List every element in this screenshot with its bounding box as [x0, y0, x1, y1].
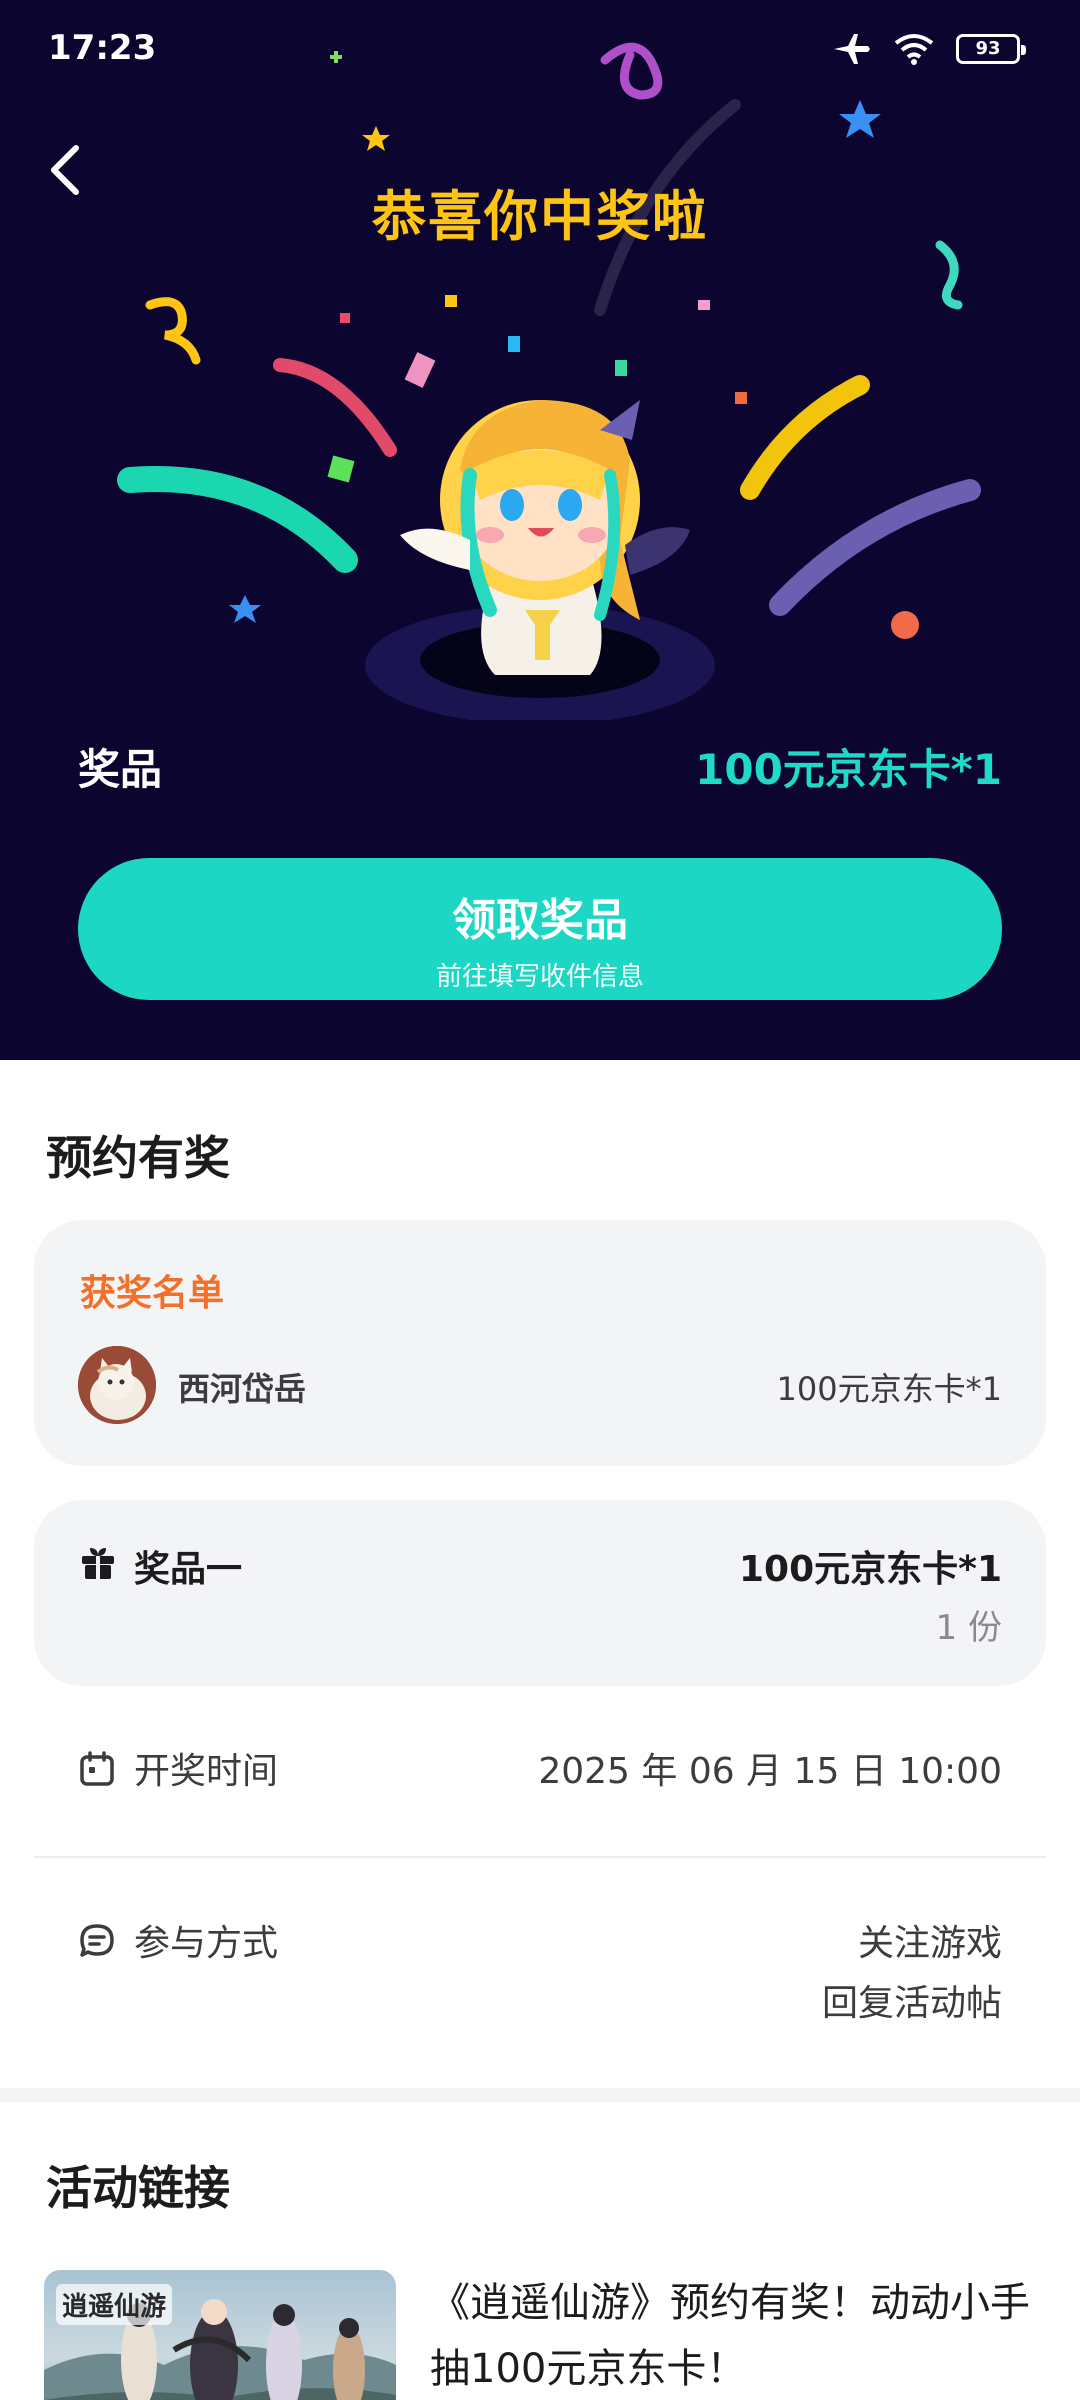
page-title: 恭喜你中奖啦 [372, 185, 708, 248]
draw-time-label: 开奖时间 [134, 1751, 279, 1792]
winners-card: 获奖名单 西河岱岳 100元京东卡*1 [34, 1220, 1046, 1466]
activity-link-title[interactable]: 《逍遥仙游》预约有奖！动动小手抽100元京东卡！ [430, 2270, 1040, 2400]
thumbnail-logo-text: 逍遥仙游 [56, 2284, 173, 2325]
claim-prize-button[interactable]: 领取奖品 前往填写收件信息 [78, 858, 1002, 1000]
winner-prize: 100元京东卡*1 [776, 1370, 1002, 1408]
activity-links-title: 活动链接 [46, 2161, 230, 2215]
gift-icon [82, 1548, 114, 1579]
prize-summary: 奖品 100元京东卡*1 [78, 736, 1002, 796]
prize-item-card: 奖品一 100元京东卡*1 1 份 [34, 1500, 1046, 1686]
prize-hero: 17:23 93 恭喜你中奖啦 奖品 100元京东卡*1 领取奖品 前往填写收件… [0, 0, 1080, 1060]
participation-label: 参与方式 [134, 1923, 279, 1964]
cat-avatar-image [78, 1346, 156, 1424]
claim-button-label: 领取奖品 [452, 895, 628, 946]
winner-name: 西河岱岳 [178, 1370, 307, 1408]
avatar[interactable] [78, 1346, 156, 1424]
prize-item-label: 奖品一 [134, 1549, 243, 1590]
prize-item-value: 100元京东卡*1 [738, 1549, 1002, 1590]
participation-method: 回复活动帖 [821, 1983, 1002, 2024]
prize-label: 奖品 [78, 745, 163, 794]
draw-time-row: 开奖时间 2025 年 06 月 15 日 10:00 [78, 1742, 1002, 1802]
prize-item-count: 1 份 [935, 1608, 1002, 1648]
message-icon [80, 1924, 114, 1957]
winners-title: 获奖名单 [80, 1273, 225, 1314]
reservation-section-title: 预约有奖 [46, 1131, 230, 1185]
draw-time-value: 2025 年 06 月 15 日 10:00 [538, 1751, 1002, 1792]
divider [34, 1856, 1046, 1858]
celebration-illustration [117, 42, 981, 720]
activity-thumbnail[interactable]: 逍遥仙游 [44, 2270, 396, 2400]
calendar-icon [80, 1751, 114, 1786]
participation-methods: 关注游戏 回复活动帖 [822, 1914, 1002, 2034]
participation-method: 关注游戏 [857, 1923, 1002, 1964]
prize-value: 100元京东卡*1 [695, 745, 1002, 794]
claim-button-sublabel: 前往填写收件信息 [435, 962, 644, 992]
section-divider [0, 2088, 1080, 2102]
participation-row: 参与方式 关注游戏 回复活动帖 [78, 1914, 1002, 2044]
